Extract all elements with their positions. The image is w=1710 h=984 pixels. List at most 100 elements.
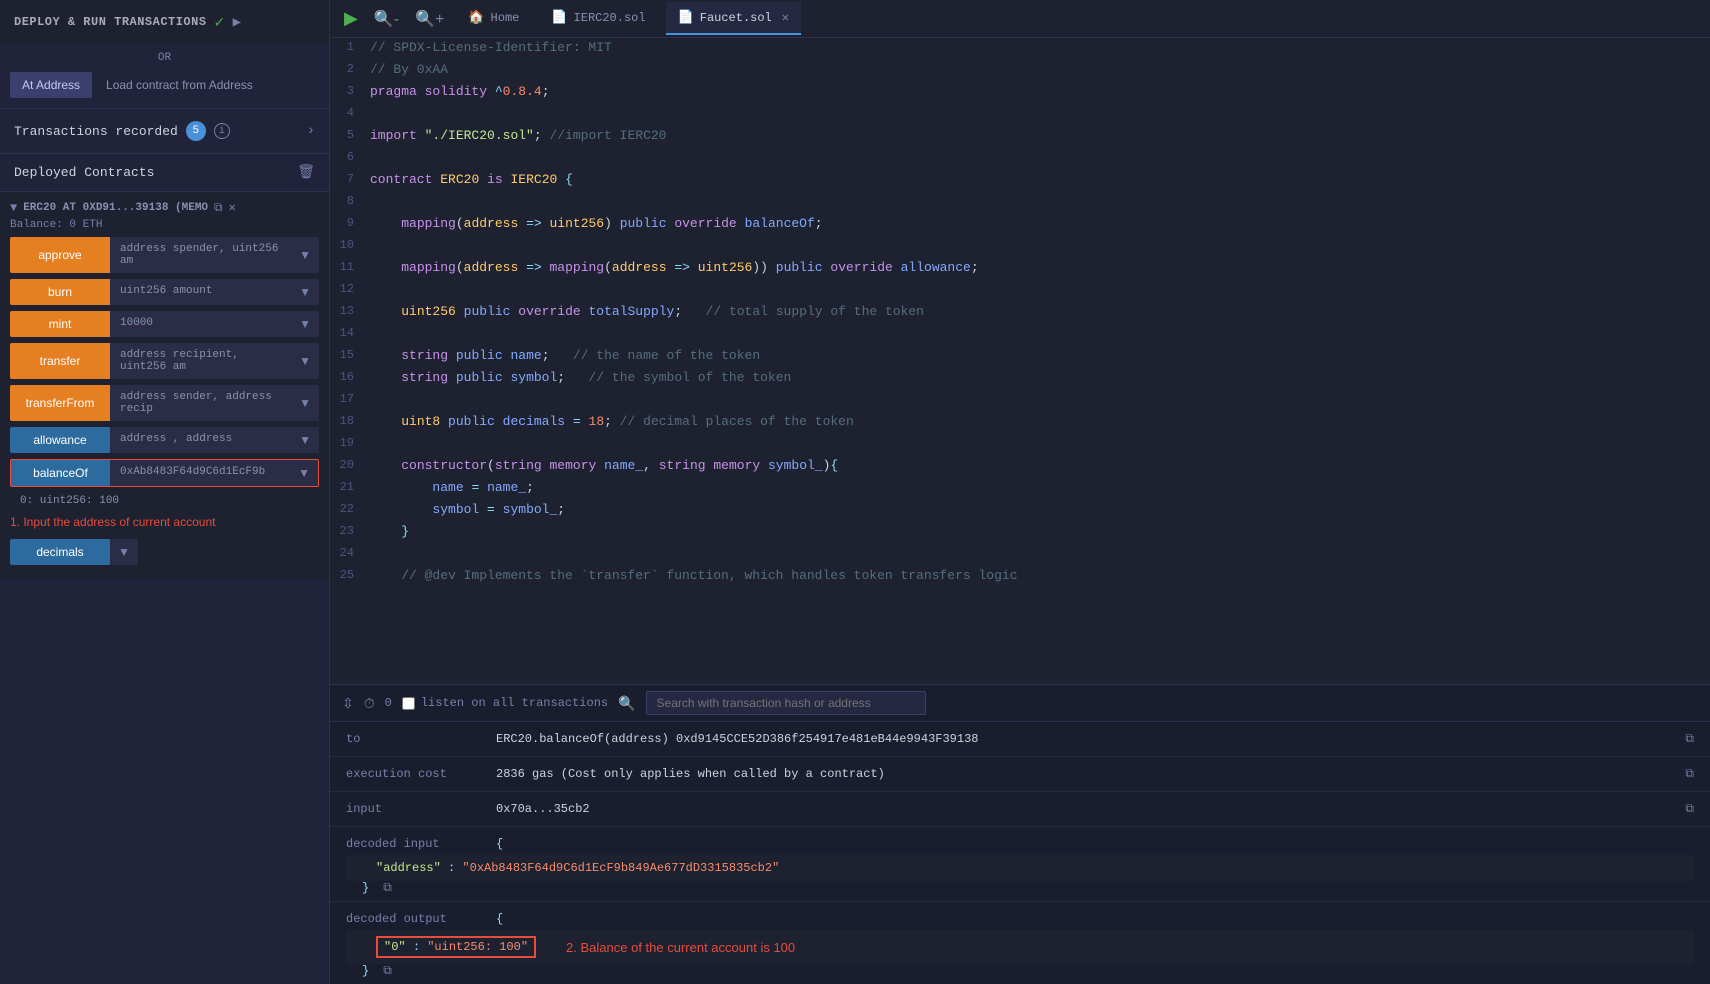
- search-icon[interactable]: 🔍: [618, 695, 635, 712]
- code-line-20: 20 constructor(string memory name_, stri…: [330, 456, 1710, 478]
- collapse-button[interactable]: ⇳: [342, 695, 354, 712]
- transferfrom-button[interactable]: transferFrom: [10, 385, 110, 421]
- copy-decoded-output-icon[interactable]: ⧉: [383, 964, 392, 978]
- at-address-button[interactable]: At Address: [10, 72, 92, 98]
- code-line-5: 5 import "./IERC20.sol"; //import IERC20: [330, 126, 1710, 148]
- transactions-recorded-label: Transactions recorded: [14, 124, 178, 139]
- approve-chevron[interactable]: ▼: [291, 237, 319, 273]
- transactions-count-badge: 5: [186, 121, 206, 141]
- code-editor: 1 // SPDX-License-Identifier: MIT 2 // B…: [330, 38, 1710, 684]
- annotation-2: 2. Balance of the current account is 100: [566, 940, 795, 955]
- info-icon[interactable]: i: [214, 123, 230, 139]
- load-contract-button[interactable]: Load contract from Address: [98, 72, 261, 98]
- code-line-3: 3 pragma solidity ^0.8.4;: [330, 82, 1710, 104]
- mint-chevron[interactable]: ▼: [291, 311, 319, 337]
- txn-decoded-output-row: decoded output { "0" : "uint256: 100" 2.…: [330, 902, 1710, 984]
- decoded-output-key: "0": [384, 940, 406, 954]
- code-line-18: 18 uint8 public decimals = 18; // decima…: [330, 412, 1710, 434]
- tab-home[interactable]: 🏠 Home: [456, 2, 531, 35]
- tab-faucet[interactable]: 📄 Faucet.sol ✕: [666, 2, 801, 35]
- copy-decoded-input-icon[interactable]: ⧉: [383, 881, 392, 895]
- zoom-in-button[interactable]: 🔍+: [411, 9, 448, 29]
- allowance-param: address , address: [110, 427, 291, 453]
- decoded-output-val: "uint256: 100": [427, 940, 528, 954]
- txn-execution-cost-row: execution cost 2836 gas (Cost only appli…: [330, 757, 1710, 792]
- decimals-button[interactable]: decimals: [10, 539, 110, 565]
- check-icon: ✓: [215, 12, 225, 32]
- clock-button[interactable]: ⏱: [364, 695, 375, 712]
- contract-chevron-down-icon[interactable]: ▼: [10, 201, 17, 215]
- to-value: ERC20.balanceOf(address) 0xd9145CCE52D38…: [496, 732, 1669, 746]
- transactions-recorded: Transactions recorded 5 i ›: [0, 108, 329, 153]
- allowance-row: allowance address , address ▼: [10, 427, 319, 453]
- arrow-icon: ▶: [233, 14, 242, 31]
- copy-to-icon[interactable]: ⧉: [1685, 732, 1694, 746]
- decoded-input-address-val: "0xAb8483F64d9C6d1EcF9b849Ae677dD3315835…: [462, 861, 779, 875]
- balanceof-button[interactable]: balanceOf: [10, 459, 110, 487]
- main-area: ▶ 🔍- 🔍+ 🏠 Home 📄 IERC20.sol 📄 Faucet.sol…: [330, 0, 1710, 984]
- tab-faucet-label: Faucet.sol: [700, 11, 772, 25]
- transferfrom-row: transferFrom address sender, address rec…: [10, 385, 319, 421]
- deployed-contracts-header: Deployed Contracts 🗑: [0, 153, 329, 191]
- code-line-4: 4: [330, 104, 1710, 126]
- approve-row: approve address spender, uint256 am ▼: [10, 237, 319, 273]
- copy-input-icon[interactable]: ⧉: [1685, 802, 1694, 816]
- annotation-1: 1. Input the address of current account: [10, 511, 319, 533]
- transfer-param: address recipient, uint256 am: [110, 343, 291, 379]
- balanceof-param: 0xAb8483F64d9C6d1EcF9b: [110, 459, 290, 487]
- close-contract-icon[interactable]: ✕: [229, 200, 236, 215]
- contract-item: ▼ ERC20 AT 0XD91...39138 (MEMO ⧉ ✕ Balan…: [0, 191, 329, 579]
- transfer-button[interactable]: transfer: [10, 343, 110, 379]
- sidebar-header: DEPLOY & RUN TRANSACTIONS ✓ ▶: [0, 0, 329, 44]
- at-address-row: At Address Load contract from Address: [0, 72, 329, 108]
- faucet-icon: 📄: [678, 10, 694, 25]
- allowance-chevron[interactable]: ▼: [291, 427, 319, 453]
- balanceof-chevron[interactable]: ▼: [290, 459, 319, 487]
- decoded-input-address-key: "address": [376, 861, 441, 875]
- transferfrom-chevron[interactable]: ▼: [291, 385, 319, 421]
- mint-param: 10000: [110, 311, 291, 337]
- code-line-6: 6: [330, 148, 1710, 170]
- transfer-chevron[interactable]: ▼: [291, 343, 319, 379]
- burn-button[interactable]: burn: [10, 279, 110, 305]
- ierc20-icon: 📄: [551, 10, 567, 25]
- transferfrom-param: address sender, address recip: [110, 385, 291, 421]
- code-line-13: 13 uint256 public override totalSupply; …: [330, 302, 1710, 324]
- balance-result: 0: uint256: 100: [10, 493, 319, 511]
- approve-param: address spender, uint256 am: [110, 237, 291, 273]
- code-line-25: 25 // @dev Implements the `transfer` fun…: [330, 566, 1710, 588]
- code-line-10: 10: [330, 236, 1710, 258]
- run-button[interactable]: ▶: [340, 8, 362, 29]
- decoded-output-highlighted: "0" : "uint256: 100": [376, 936, 536, 958]
- burn-chevron[interactable]: ▼: [291, 279, 319, 305]
- tab-ierc20[interactable]: 📄 IERC20.sol: [539, 2, 657, 35]
- txn-to-row: to ERC20.balanceOf(address) 0xd9145CCE52…: [330, 722, 1710, 757]
- code-line-15: 15 string public name; // the name of th…: [330, 346, 1710, 368]
- burn-param: uint256 amount: [110, 279, 291, 305]
- tab-ierc20-label: IERC20.sol: [574, 11, 646, 25]
- copy-execution-icon[interactable]: ⧉: [1685, 767, 1694, 781]
- tab-faucet-close-icon[interactable]: ✕: [782, 10, 789, 25]
- allowance-button[interactable]: allowance: [10, 427, 110, 453]
- mint-button[interactable]: mint: [10, 311, 110, 337]
- code-line-11: 11 mapping(address => mapping(address =>…: [330, 258, 1710, 280]
- copy-address-icon[interactable]: ⧉: [214, 201, 223, 215]
- trash-icon[interactable]: 🗑: [297, 164, 315, 181]
- transfer-row: transfer address recipient, uint256 am ▼: [10, 343, 319, 379]
- home-icon: 🏠: [468, 10, 484, 25]
- decimals-chevron[interactable]: ▼: [110, 539, 138, 565]
- listen-checkbox[interactable]: [402, 697, 415, 710]
- decimals-row: decimals ▼: [10, 539, 319, 565]
- zoom-out-button[interactable]: 🔍-: [370, 9, 403, 29]
- input-label: input: [346, 802, 486, 816]
- balance-label: Balance: 0 ETH: [10, 215, 319, 237]
- code-line-17: 17: [330, 390, 1710, 412]
- approve-button[interactable]: approve: [10, 237, 110, 273]
- txn-input-row: input 0x70a...35cb2 ⧉: [330, 792, 1710, 827]
- transactions-chevron-icon[interactable]: ›: [307, 123, 315, 139]
- tab-home-label: Home: [491, 11, 520, 25]
- search-input[interactable]: [646, 691, 926, 715]
- code-line-14: 14: [330, 324, 1710, 346]
- deploy-run-title: DEPLOY & RUN TRANSACTIONS: [14, 15, 207, 29]
- decoded-input-label: decoded input: [346, 837, 486, 851]
